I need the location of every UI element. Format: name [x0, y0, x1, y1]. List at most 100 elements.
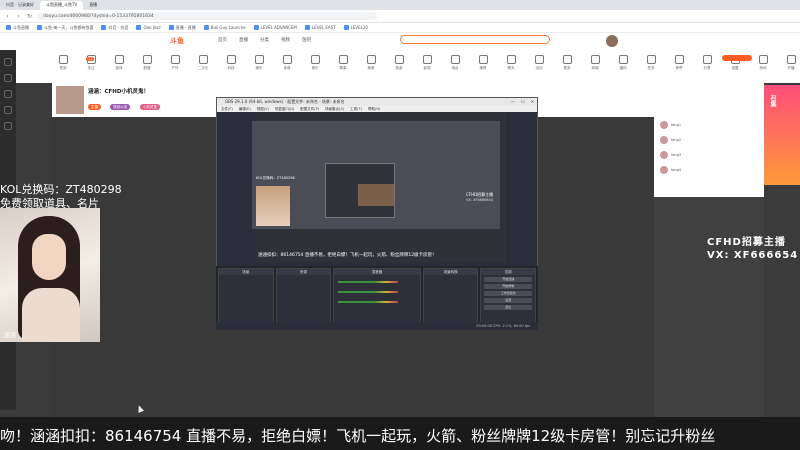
scenes-dock[interactable]: 场景 [218, 268, 274, 328]
bookmark-item[interactable]: 直播 - 直播 [168, 25, 196, 31]
category-icon [254, 55, 264, 64]
category-item[interactable]: 音乐 [304, 55, 326, 71]
hot-badge[interactable] [722, 55, 752, 61]
nav-item[interactable]: 分类 [260, 37, 269, 43]
category-item[interactable]: 更多 [556, 55, 578, 71]
category-item[interactable]: 体育 [276, 55, 298, 71]
bookmark-item[interactable]: Bali Guy Launche [203, 25, 246, 30]
category-item[interactable]: 福利 [612, 55, 634, 71]
back-icon[interactable]: ‹ [4, 13, 11, 20]
category-item[interactable]: 推荐 [472, 55, 494, 71]
category-icon [618, 55, 628, 64]
url-field[interactable]: douyu.com/4660980/?dyshid=0-153379580163… [37, 12, 377, 20]
category-item[interactable]: 荣誉 [668, 55, 690, 71]
close-icon[interactable]: ✕ [531, 99, 534, 104]
bookmark-item[interactable]: Oan Jazz [136, 25, 161, 30]
category-label: 游戏 [115, 66, 123, 70]
nav-item[interactable]: 直播 [239, 37, 248, 43]
bookmark-item[interactable]: LEVEL ADVANCEM [253, 25, 297, 30]
category-item[interactable]: 房间 [752, 55, 774, 71]
category-item[interactable]: 任务 [640, 55, 662, 71]
obs-menu-item[interactable]: 工具(T) [350, 107, 362, 112]
maximize-icon[interactable]: ☐ [521, 99, 525, 104]
obs-menu-item[interactable]: 停靠窗口(D) [275, 107, 294, 112]
ranking-row[interactable]: fang3 [660, 151, 681, 159]
category-item[interactable]: 签到 [52, 55, 74, 71]
room-tag[interactable]: 小机灵鬼 [140, 104, 160, 110]
obs-titlebar: OBS 29.1.0 (64-bit, windows) - 配置文件: 未命名… [217, 98, 537, 106]
webcam-mark: 涵涵 [4, 332, 17, 339]
avatar [660, 151, 668, 159]
transitions-dock[interactable]: 场景转换 [422, 268, 479, 328]
category-item[interactable]: 分享 [696, 55, 718, 71]
minimize-icon[interactable]: — [511, 99, 515, 104]
category-label: 房间 [759, 66, 767, 70]
category-label: 任务 [647, 66, 655, 70]
sources-dock[interactable]: 来源 [275, 268, 332, 328]
studio-mode-button[interactable]: 工作室模式 [484, 291, 533, 296]
category-item[interactable]: 电台 [444, 55, 466, 71]
bookmark-item[interactable]: LEVEL20 [343, 25, 368, 30]
obs-menu-item[interactable]: 编辑(E) [239, 107, 251, 112]
category-item[interactable]: 娱乐 [248, 55, 270, 71]
browser-tab-active[interactable]: 斗鱼直播_斗鱼TV [40, 0, 84, 10]
nav-item[interactable]: 首页 [218, 37, 227, 43]
recruit-contact: VX: XF666654 [707, 250, 799, 261]
category-item[interactable]: 户外 [164, 55, 186, 71]
obs-menu-item[interactable]: 视图(V) [257, 107, 269, 112]
category-item[interactable]: 科技 [220, 55, 242, 71]
category-label: 电台 [451, 66, 459, 70]
room-tag[interactable]: 穿越火线 [110, 104, 130, 110]
category-item[interactable]: 二次元 [192, 55, 214, 71]
category-label: 关注 [87, 66, 95, 70]
sidebar-home-icon[interactable] [4, 58, 12, 66]
bookmark-item[interactable]: 斗鱼-每一天，斗鱼都有惊喜 [37, 25, 93, 31]
category-icon [786, 55, 796, 64]
exit-button[interactable]: 退出 [484, 305, 533, 310]
site-logo[interactable]: 斗鱼 [170, 36, 184, 46]
start-recording-button[interactable]: 开始录制 [484, 284, 533, 289]
sidebar-live-icon[interactable] [4, 74, 12, 82]
sidebar-video-icon[interactable] [4, 106, 12, 114]
category-item[interactable]: 游戏 [108, 55, 130, 71]
search-input[interactable] [400, 35, 550, 44]
browser-tab[interactable]: 直播 [83, 1, 103, 10]
nav-item[interactable]: 视频 [281, 37, 290, 43]
category-item[interactable]: 聊天 [500, 55, 522, 71]
obs-menu-item[interactable]: 帮助(H) [368, 107, 380, 112]
category-item[interactable]: 影视 [416, 55, 438, 71]
category-label: 旅游 [395, 66, 403, 70]
category-label: 福利 [619, 66, 627, 70]
category-item[interactable]: 旅游 [388, 55, 410, 71]
reload-icon[interactable]: ↻ [26, 13, 33, 20]
browser-tab[interactable]: 抖音 - 记录美好 [0, 1, 40, 10]
category-item[interactable]: 美食 [360, 55, 382, 71]
category-item[interactable]: 商城 [584, 55, 606, 71]
sidebar-follow-icon[interactable] [4, 122, 12, 130]
category-icon [198, 55, 208, 64]
category-label: 美食 [367, 66, 375, 70]
nav-item[interactable]: 鱼吧 [302, 37, 311, 43]
category-item[interactable]: 活动 [528, 55, 550, 71]
bookmark-item[interactable]: LEVEL EAST [304, 25, 336, 30]
bookmark-item[interactable]: 斗鱼直播 [6, 25, 29, 31]
ranking-row[interactable]: fang4 [660, 166, 681, 174]
category-item[interactable]: 颜值 [136, 55, 158, 71]
category-item[interactable]: 开播 [780, 55, 800, 71]
anchor-avatar[interactable] [56, 86, 84, 114]
sidebar-category-icon[interactable] [4, 90, 12, 98]
category-item[interactable]: 赛事 [332, 55, 354, 71]
ranking-row[interactable]: fang1 [660, 121, 681, 129]
promo-banner[interactable]: 召集 [764, 85, 800, 185]
settings-button[interactable]: 设置 [484, 298, 533, 303]
room-tag[interactable]: 主播 [88, 104, 101, 110]
forward-icon[interactable]: › [15, 13, 22, 20]
obs-menu-item[interactable]: 场景集合(S) [325, 107, 344, 112]
obs-menu-item[interactable]: 文件(F) [221, 107, 233, 112]
obs-title-text: OBS 29.1.0 (64-bit, windows) - 配置文件: 未命名… [225, 99, 345, 104]
bookmark-item[interactable]: 抖音 - 抖音 [101, 25, 128, 31]
obs-menu-item[interactable]: 配置文件(P) [300, 107, 319, 112]
avatar[interactable] [606, 35, 618, 47]
ranking-row[interactable]: fang2 [660, 136, 681, 144]
start-streaming-button[interactable]: 开始直播 [484, 277, 533, 282]
